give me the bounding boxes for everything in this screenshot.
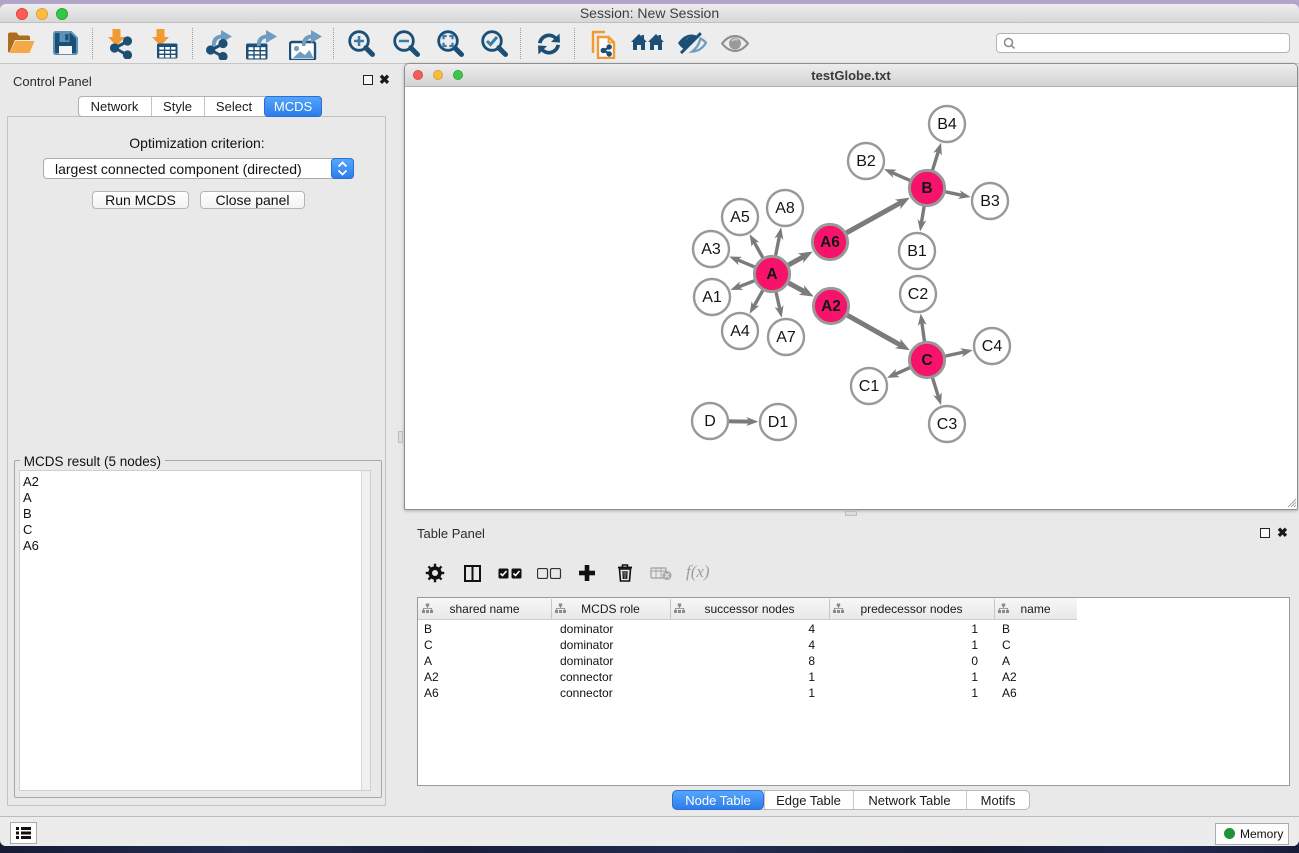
svg-text:C4: C4	[982, 338, 1003, 355]
svg-text:D1: D1	[768, 414, 789, 431]
svg-text:C3: C3	[937, 416, 958, 433]
svg-text:A5: A5	[730, 209, 750, 226]
svg-text:B3: B3	[980, 193, 1000, 210]
svg-text:A1: A1	[702, 289, 722, 306]
svg-text:A: A	[766, 266, 777, 283]
svg-text:A8: A8	[775, 200, 795, 217]
svg-text:B: B	[921, 180, 932, 197]
svg-text:A4: A4	[730, 323, 750, 340]
svg-text:B4: B4	[937, 116, 957, 133]
svg-text:A7: A7	[776, 329, 796, 346]
svg-text:A6: A6	[820, 234, 840, 251]
svg-text:B2: B2	[856, 153, 876, 170]
svg-text:A3: A3	[701, 241, 721, 258]
svg-text:C1: C1	[859, 378, 880, 395]
svg-text:D: D	[704, 413, 716, 430]
svg-text:C2: C2	[908, 286, 929, 303]
svg-text:B1: B1	[907, 243, 927, 260]
svg-text:C: C	[921, 352, 932, 369]
svg-text:A2: A2	[821, 298, 841, 315]
